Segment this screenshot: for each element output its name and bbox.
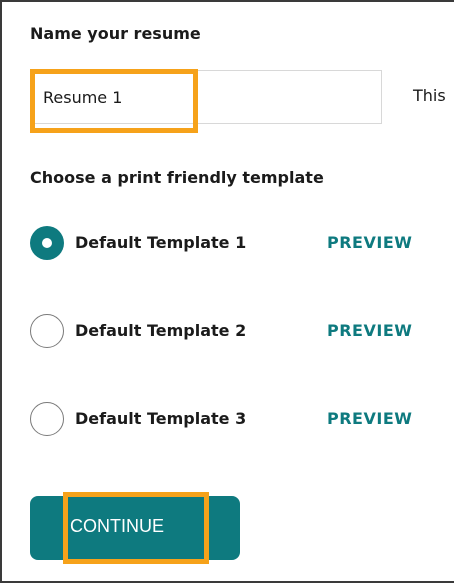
continue-button[interactable]: CONTINUE bbox=[30, 496, 240, 560]
name-helper-text: This bbox=[413, 86, 446, 105]
template-2-preview-link[interactable]: PREVIEW bbox=[327, 321, 412, 340]
template-3-label[interactable]: Default Template 3 bbox=[75, 409, 246, 428]
template-2-label[interactable]: Default Template 2 bbox=[75, 321, 246, 340]
template-section-title: Choose a print friendly template bbox=[30, 168, 324, 187]
resume-setup-panel: Name your resume This Choose a print fri… bbox=[0, 0, 454, 583]
template-1-label[interactable]: Default Template 1 bbox=[75, 233, 246, 252]
template-2-radio[interactable] bbox=[30, 314, 64, 348]
template-1-radio[interactable] bbox=[30, 226, 64, 260]
name-section-title: Name your resume bbox=[30, 24, 201, 43]
continue-button-label: CONTINUE bbox=[70, 516, 164, 536]
template-1-preview-link[interactable]: PREVIEW bbox=[327, 233, 412, 252]
template-3-preview-link[interactable]: PREVIEW bbox=[327, 409, 412, 428]
template-option-2[interactable]: Default Template 2 PREVIEW bbox=[30, 314, 450, 350]
template-option-1[interactable]: Default Template 1 PREVIEW bbox=[30, 226, 450, 262]
template-3-radio[interactable] bbox=[30, 402, 64, 436]
template-option-3[interactable]: Default Template 3 PREVIEW bbox=[30, 402, 450, 438]
resume-name-field[interactable] bbox=[30, 70, 382, 124]
resume-name-input[interactable] bbox=[43, 71, 193, 123]
